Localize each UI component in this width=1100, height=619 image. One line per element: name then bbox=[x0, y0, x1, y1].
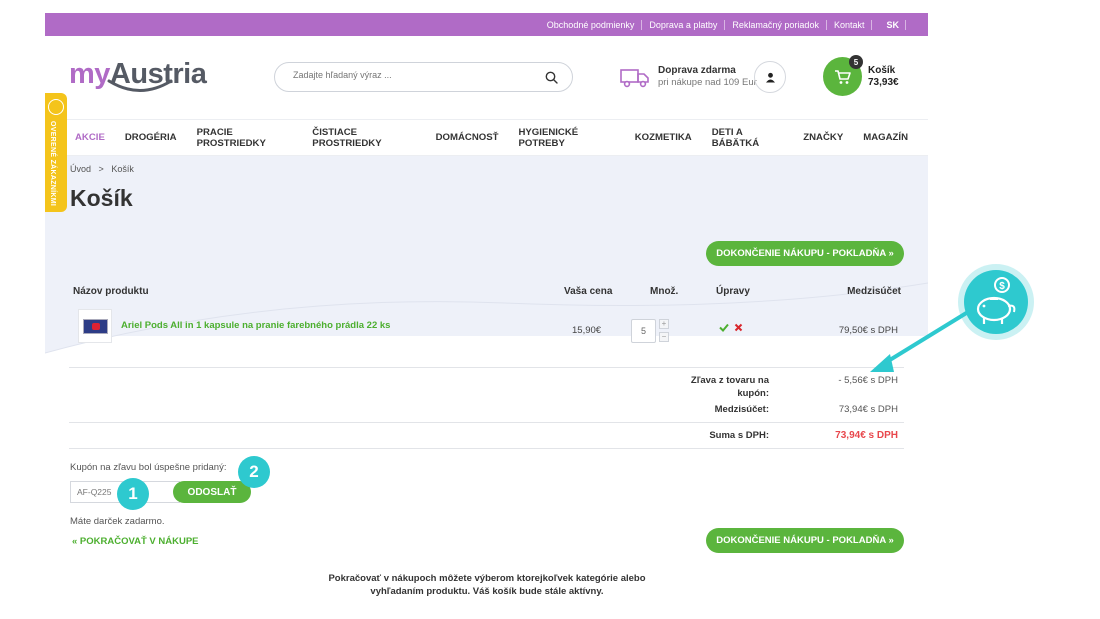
nav-hygienicke[interactable]: HYGIENICKÉ POTREBY bbox=[518, 127, 614, 149]
nav-drogeria[interactable]: DROGÉRIA bbox=[125, 132, 177, 143]
browser-page: Obchodné podmienky Doprava a platby Rekl… bbox=[45, 13, 928, 601]
verified-badge-text: OVERENÉ ZÁKAZNÍKMI bbox=[49, 121, 56, 207]
breadcrumb-home[interactable]: Úvod bbox=[70, 164, 91, 174]
nav-akcie[interactable]: AKCIE bbox=[75, 132, 105, 143]
link-contact[interactable]: Kontakt bbox=[827, 19, 873, 30]
truck-icon bbox=[620, 69, 649, 88]
nav-pracie[interactable]: PRACIE PROSTRIEDKY bbox=[197, 127, 293, 149]
annotation-step-2: 2 bbox=[238, 456, 270, 488]
checkout-button-bottom[interactable]: DOKONČENIE NÁKUPU - POKLADŇA » bbox=[706, 528, 904, 553]
confirm-check-icon[interactable] bbox=[719, 323, 729, 332]
link-complaints[interactable]: Reklamačný poriadok bbox=[725, 19, 827, 30]
nav-znacky[interactable]: ZNAČKY bbox=[803, 132, 843, 143]
link-terms[interactable]: Obchodné podmienky bbox=[540, 19, 643, 30]
cart-count-badge: 5 bbox=[849, 55, 863, 69]
header: myAustria Doprava zdarma pri nákupe nad … bbox=[45, 36, 928, 119]
divider bbox=[69, 367, 904, 368]
nav-magazin[interactable]: MAGAZÍN bbox=[863, 132, 908, 143]
total-label: Suma s DPH: bbox=[709, 430, 769, 441]
top-links: Obchodné podmienky Doprava a platby Rekl… bbox=[540, 13, 906, 36]
delivery-title: Doprava zdarma bbox=[658, 65, 736, 76]
quantity-decrease-button[interactable]: − bbox=[659, 332, 669, 342]
gift-note: Máte darček zadarmo. bbox=[70, 516, 165, 527]
breadcrumb-separator: > bbox=[98, 164, 104, 174]
piggy-bank-annotation: $ bbox=[964, 270, 1028, 334]
cart-total: 73,93€ bbox=[868, 77, 899, 88]
logo-smile-icon bbox=[107, 79, 173, 92]
column-subtotal: Medzisúčet bbox=[847, 286, 901, 297]
column-price: Vaša cena bbox=[564, 286, 613, 297]
coupon-submit-button[interactable]: ODOSLAŤ bbox=[173, 481, 251, 503]
product-name-link[interactable]: Ariel Pods All in 1 kapsule na pranie fa… bbox=[121, 320, 390, 331]
search-box[interactable] bbox=[274, 62, 573, 92]
quantity-increase-button[interactable]: + bbox=[659, 319, 669, 329]
continue-shopping-note: Pokračovať v nákupoch môžete výberom kto… bbox=[315, 572, 659, 598]
discount-label-line1: Zľava z tovaru na bbox=[690, 375, 769, 386]
link-shipping[interactable]: Doprava a platby bbox=[642, 19, 726, 30]
continue-shopping-link[interactable]: « POKRAČOVAŤ V NÁKUPE bbox=[72, 536, 199, 547]
column-qty: Množ. bbox=[650, 286, 679, 297]
nav-kozmetika[interactable]: KOZMETIKA bbox=[635, 132, 692, 143]
nav-deti[interactable]: DETI A BÁBÄTKÁ bbox=[712, 127, 784, 149]
cart-icon bbox=[834, 69, 851, 84]
account-button[interactable] bbox=[754, 61, 786, 93]
annotation-arrow-icon bbox=[870, 310, 970, 372]
quantity-input[interactable]: 5 bbox=[631, 319, 656, 343]
svg-text:$: $ bbox=[999, 281, 1005, 292]
divider bbox=[69, 422, 904, 423]
page-title: Košík bbox=[70, 185, 133, 211]
verified-logo-icon bbox=[48, 99, 64, 115]
piggy-bank-icon: $ bbox=[976, 277, 1016, 324]
annotation-step-1: 1 bbox=[117, 478, 149, 510]
subtotal-value: 73,94€ s DPH bbox=[838, 404, 898, 415]
breadcrumb-current: Košík bbox=[111, 164, 134, 174]
free-delivery-info: Doprava zdarma pri nákupe nad 109 Eur bbox=[658, 65, 757, 89]
subtotal-label: Medzisúčet: bbox=[714, 404, 769, 415]
remove-cross-icon[interactable] bbox=[734, 323, 743, 332]
product-thumbnail[interactable] bbox=[78, 309, 112, 343]
logo-my: my bbox=[69, 58, 110, 90]
product-price: 15,90€ bbox=[572, 325, 602, 336]
divider bbox=[69, 448, 904, 449]
cart-label: Košík bbox=[868, 65, 896, 76]
column-product: Názov produktu bbox=[73, 286, 149, 297]
checkout-button-top[interactable]: DOKONČENIE NÁKUPU - POKLADŇA » bbox=[706, 241, 904, 266]
cart-summary[interactable]: Košík 73,93€ bbox=[868, 65, 899, 89]
wave-decoration bbox=[45, 273, 928, 354]
language-switch[interactable]: SK bbox=[872, 19, 906, 30]
verified-customers-badge[interactable]: OVERENÉ ZÁKAZNÍKMI bbox=[45, 93, 67, 212]
breadcrumb: Úvod > Košík bbox=[70, 164, 134, 174]
search-icon[interactable] bbox=[545, 71, 558, 84]
total-value: 73,94€ s DPH bbox=[835, 430, 898, 441]
nav-domacnost[interactable]: DOMÁCNOSŤ bbox=[436, 132, 499, 143]
discount-label: Zľava z tovaru na kupón: bbox=[665, 374, 769, 400]
note-line1: Pokračovať v nákupoch môžete výberom kto… bbox=[328, 573, 646, 584]
delivery-subtitle: pri nákupe nad 109 Eur bbox=[658, 77, 757, 88]
search-input[interactable] bbox=[293, 70, 533, 80]
column-edit: Úpravy bbox=[716, 286, 750, 297]
note-line2: vyhľadaním produktu. Váš košík bude stál… bbox=[370, 586, 604, 597]
discount-label-line2: kupón: bbox=[737, 388, 769, 399]
main-navigation: AKCIE DROGÉRIA PRACIE PROSTRIEDKY ČISTIA… bbox=[45, 119, 928, 156]
user-icon bbox=[765, 72, 775, 82]
nav-cistiace[interactable]: ČISTIACE PROSTRIEDKY bbox=[312, 127, 415, 149]
coupon-success-message: Kupón na zľavu bol úspešne pridaný: bbox=[70, 462, 227, 473]
top-bar: Obchodné podmienky Doprava a platby Rekl… bbox=[45, 13, 928, 36]
